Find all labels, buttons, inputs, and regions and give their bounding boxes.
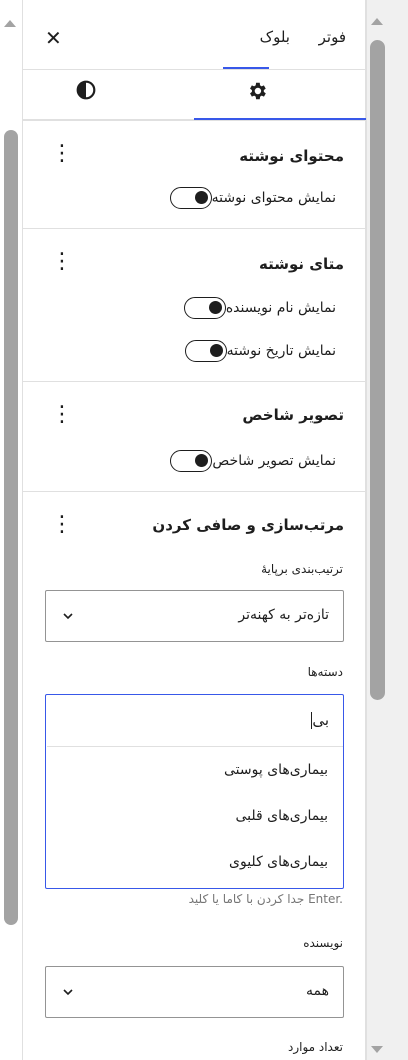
panel-tabs: فوتر بلوک ✕ — [23, 0, 366, 70]
toggle-switch[interactable] — [184, 340, 227, 362]
toggle-switch[interactable] — [169, 187, 212, 209]
toggle-label: نمایش نام نویسنده — [225, 300, 336, 316]
toggle-label: نمایش محتوای نوشته — [211, 190, 336, 206]
toggle-show-date[interactable]: نمایش تاریخ نوشته — [184, 340, 344, 362]
section-title: متای نوشته — [258, 255, 344, 273]
author-label: نویسنده — [303, 936, 343, 950]
toggle-switch[interactable] — [170, 450, 213, 472]
left-scroll-up-icon[interactable] — [4, 20, 16, 27]
inspector-tabs — [23, 70, 366, 120]
scroll-down-icon[interactable] — [371, 1046, 383, 1053]
active-tab-indicator — [223, 67, 269, 69]
categories-label: دسته‌ها — [307, 665, 343, 679]
toggle-label: نمایش تاریخ نوشته — [226, 343, 336, 359]
chevron-down-icon — [63, 989, 73, 996]
tab-styles[interactable] — [23, 70, 194, 120]
section-post-content: محتوای نوشته ⋮ نمایش محتوای نوشته — [23, 120, 366, 228]
kebab-icon[interactable]: ⋮ — [51, 514, 73, 536]
tab-settings[interactable] — [194, 70, 366, 120]
chevron-down-icon — [63, 613, 73, 620]
section-featured-image: تصویر شاخص ⋮ نمایش تصویر شاخص — [23, 381, 366, 491]
toggle-switch[interactable] — [183, 297, 226, 319]
left-scroll-thumb[interactable] — [4, 130, 18, 925]
author-value: همه — [306, 983, 329, 999]
order-by-value: تازه‌تر به کهنه‌تر — [238, 607, 329, 623]
suggestion-item[interactable]: بیماری‌های پوستی — [224, 762, 328, 778]
categories-help-text: جدا کردن با کاما یا کلید Enter. — [188, 892, 343, 906]
tab-block[interactable]: بلوک — [260, 28, 290, 46]
toggle-show-post-content[interactable]: نمایش محتوای نوشته — [169, 187, 344, 209]
close-icon[interactable]: ✕ — [45, 28, 62, 48]
gear-icon[interactable] — [246, 80, 268, 102]
section-title: مرتب‌سازی و صافی کردن — [152, 516, 344, 534]
toggle-label: نمایش تصویر شاخص — [212, 453, 336, 469]
kebab-icon[interactable]: ⋮ — [51, 143, 73, 165]
section-title: تصویر شاخص — [242, 406, 344, 424]
suggestion-item[interactable]: بیماری‌های کلیوی — [229, 854, 328, 870]
right-scroll-thumb[interactable] — [370, 40, 385, 700]
order-by-select[interactable]: تازه‌تر به کهنه‌تر — [45, 590, 344, 642]
kebab-icon[interactable]: ⋮ — [51, 251, 73, 273]
section-post-meta: متای نوشته ⋮ نمایش نام نویسنده نمایش تار… — [23, 228, 366, 381]
suggestion-item[interactable]: بیماری‌های قلبی — [236, 808, 328, 824]
categories-token-field[interactable]: بی بیماری‌های پوستی بیماری‌های قلبی بیما… — [45, 694, 344, 889]
categories-input[interactable]: بی — [47, 695, 343, 747]
toggle-show-featured-image[interactable]: نمایش تصویر شاخص — [170, 450, 344, 472]
toggle-show-author[interactable]: نمایش نام نویسنده — [183, 297, 344, 319]
kebab-icon[interactable]: ⋮ — [51, 404, 73, 426]
contrast-icon[interactable] — [76, 80, 96, 100]
tab-footer[interactable]: فوتر — [319, 28, 346, 46]
items-count-label: تعداد موارد — [287, 1040, 343, 1054]
order-by-label: ترتیب‌بندی برپایهٔ — [261, 562, 343, 576]
section-title: محتوای نوشته — [239, 147, 344, 165]
scroll-up-icon[interactable] — [371, 18, 383, 25]
author-select[interactable]: همه — [45, 966, 344, 1018]
categories-input-value: بی — [312, 711, 329, 729]
